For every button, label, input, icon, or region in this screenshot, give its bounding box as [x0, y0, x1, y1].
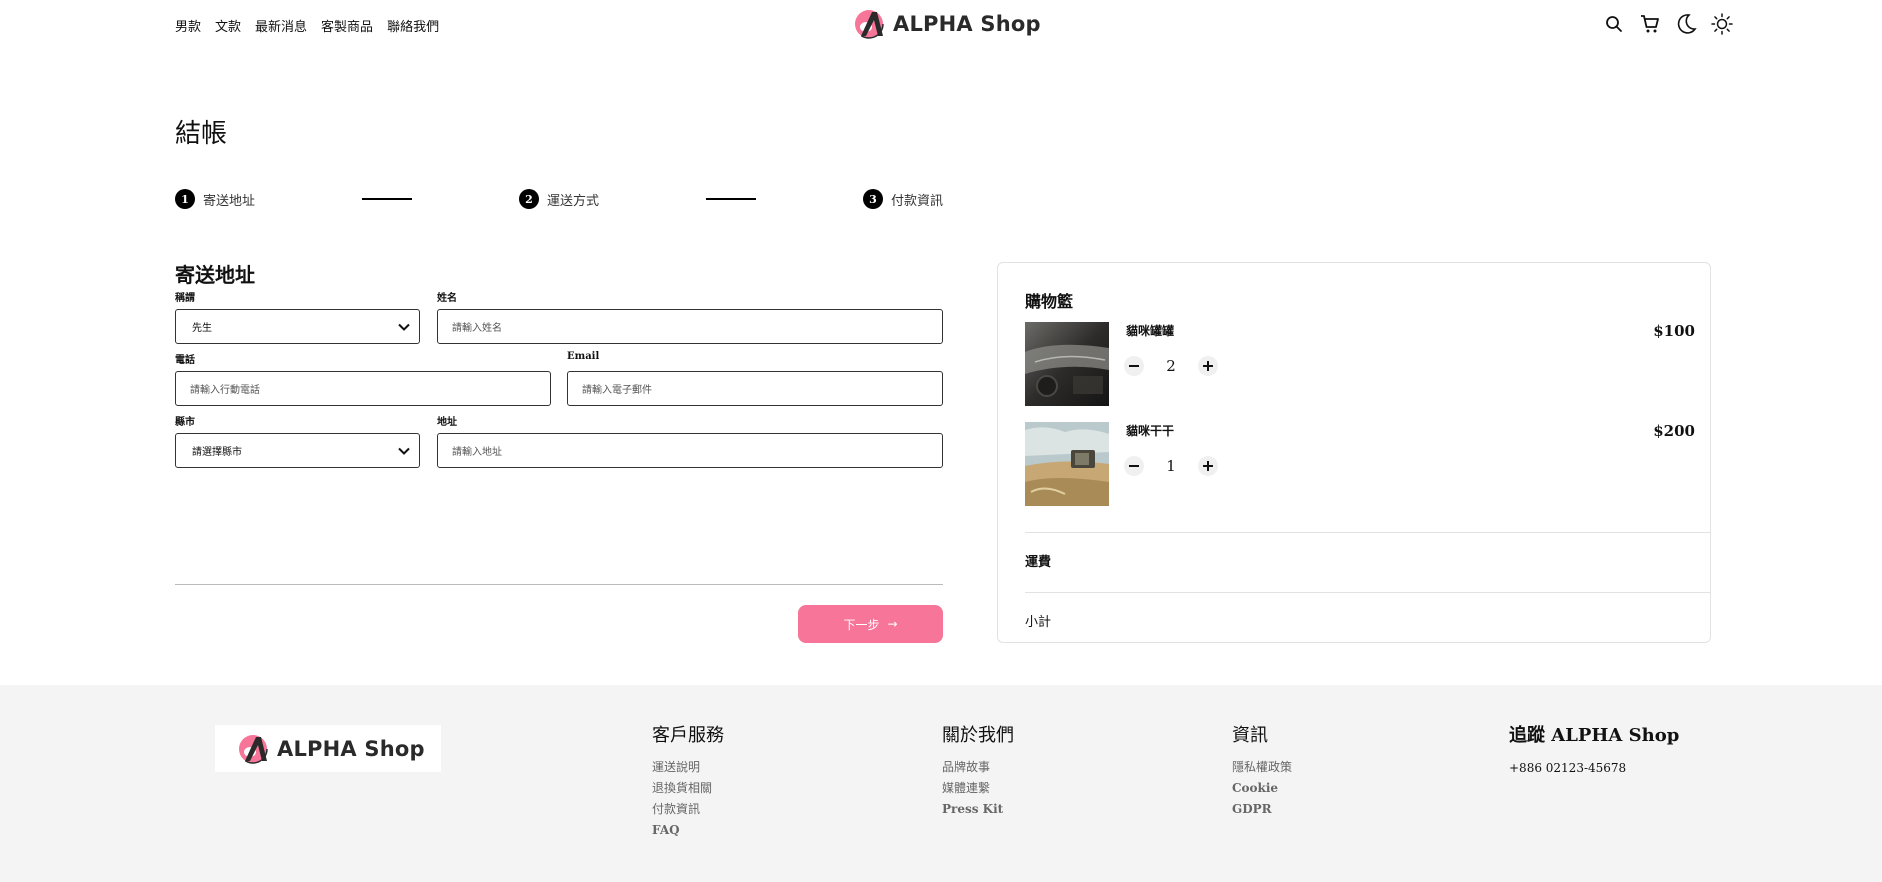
header-actions: [1602, 12, 1734, 36]
cart-icon[interactable]: [1638, 12, 1662, 36]
search-icon[interactable]: [1602, 12, 1626, 36]
plus-icon[interactable]: [1198, 356, 1218, 376]
subtotal-label: 小計: [1025, 615, 1052, 630]
nav-item-news[interactable]: 最新消息: [255, 16, 307, 35]
footer-logo[interactable]: ALPHA Shop: [215, 725, 441, 772]
step-number: 2: [519, 189, 539, 209]
footer-phone: +886 02123-45678: [1509, 761, 1627, 775]
chevron-down-icon: [398, 323, 410, 331]
email-placeholder: 請輸入電子郵件: [582, 385, 652, 396]
item-name: 貓咪罐罐: [1126, 324, 1175, 338]
address-input[interactable]: 請輸入地址: [437, 433, 943, 468]
cart-item: 貓咪罐罐 2 $100: [1025, 322, 1695, 406]
form-title: 寄送地址: [175, 263, 255, 287]
footer-col-title: 資訊: [1232, 725, 1268, 746]
logo-mark-icon: [238, 733, 268, 764]
footer-link[interactable]: 隱私權政策: [1232, 757, 1292, 778]
nav-item-contact[interactable]: 聯絡我們: [387, 16, 439, 35]
footer-link[interactable]: Press Kit: [942, 799, 1014, 820]
address-label: 地址: [437, 417, 457, 428]
footer-col-follow: 追蹤 ALPHA Shop +886 02123-45678: [1509, 721, 1679, 776]
footer-link[interactable]: 品牌故事: [942, 757, 1014, 778]
product-image[interactable]: [1025, 322, 1109, 406]
footer-link[interactable]: Cookie: [1232, 778, 1292, 799]
brand-name: ALPHA Shop: [893, 12, 1041, 36]
cart-item: 貓咪干干 1 $200: [1025, 422, 1695, 506]
nav-item-men[interactable]: 男款: [175, 16, 201, 35]
step-connector: [706, 198, 756, 200]
plus-icon[interactable]: [1198, 456, 1218, 476]
chevron-down-icon: [398, 447, 410, 455]
footer-link[interactable]: GDPR: [1232, 799, 1292, 820]
arrow-right-icon: →: [887, 617, 898, 631]
name-placeholder: 請輸入姓名: [452, 323, 502, 334]
product-image[interactable]: [1025, 422, 1109, 506]
salutation-select[interactable]: 先生: [175, 309, 420, 344]
city-value: 請選擇縣市: [192, 447, 242, 458]
step-label: 寄送地址: [203, 193, 256, 209]
city-label: 縣市: [175, 417, 195, 428]
salutation-label: 稱謂: [175, 293, 195, 304]
step-label: 運送方式: [547, 193, 600, 209]
cart-panel: 購物籃 貓咪罐罐 2 $100 貓咪干干 1 $200 運費 小計: [997, 262, 1711, 643]
footer-col-title: 追蹤 ALPHA Shop: [1509, 725, 1680, 746]
step-number: 1: [175, 189, 195, 209]
footer-link[interactable]: 退換貨相關: [652, 778, 724, 799]
page-title: 結帳: [175, 119, 228, 149]
shipping-row: 運費: [1025, 532, 1711, 592]
cart-title: 購物籃: [1025, 292, 1074, 311]
footer-col-about: 關於我們 品牌故事 媒體連繫 Press Kit: [942, 721, 1014, 820]
site-header: 男款 文款 最新消息 客製商品 聯絡我們 ALPHA Shop: [0, 0, 1882, 48]
shipping-label: 運費: [1025, 555, 1052, 570]
next-step-button[interactable]: 下一步 →: [798, 605, 943, 643]
phone-input[interactable]: 請輸入行動電話: [175, 371, 551, 406]
main-nav: 男款 文款 最新消息 客製商品 聯絡我們: [175, 16, 439, 35]
item-quantity: 2: [1166, 357, 1176, 375]
footer-col-title: 關於我們: [942, 725, 1014, 746]
email-input[interactable]: 請輸入電子郵件: [567, 371, 943, 406]
step-number: 3: [863, 189, 883, 209]
minus-icon[interactable]: [1124, 456, 1144, 476]
name-label: 姓名: [437, 293, 457, 304]
footer-link[interactable]: FAQ: [652, 820, 724, 841]
address-placeholder: 請輸入地址: [452, 447, 502, 458]
logo-mark-icon: [854, 9, 884, 39]
salutation-value: 先生: [192, 323, 212, 334]
item-name: 貓咪干干: [1126, 424, 1175, 438]
form-divider: [175, 584, 943, 585]
quantity-stepper: 2: [1124, 356, 1218, 376]
item-price: $100: [1653, 322, 1695, 340]
brand-logo[interactable]: ALPHA Shop: [853, 8, 1041, 40]
city-select[interactable]: 請選擇縣市: [175, 433, 420, 468]
nav-item-custom[interactable]: 客製商品: [321, 16, 373, 35]
nav-item-women[interactable]: 文款: [215, 16, 241, 35]
footer-col-title: 客戶服務: [652, 725, 724, 746]
step-address: 1 寄送地址: [175, 189, 255, 209]
next-button-label: 下一步: [843, 617, 880, 632]
moon-icon[interactable]: [1674, 12, 1698, 36]
footer-link[interactable]: 付款資訊: [652, 799, 724, 820]
footer-brand-name: ALPHA Shop: [277, 736, 425, 761]
site-footer: ALPHA Shop 客戶服務 運送說明 退換貨相關 付款資訊 FAQ 關於我們…: [0, 685, 1882, 882]
checkout-stepper: 1 寄送地址 2 運送方式 3 付款資訊: [175, 189, 945, 209]
name-input[interactable]: 請輸入姓名: [437, 309, 943, 344]
step-payment: 3 付款資訊: [863, 189, 943, 209]
email-label: Email: [567, 351, 600, 362]
minus-icon[interactable]: [1124, 356, 1144, 376]
footer-link[interactable]: 運送說明: [652, 757, 724, 778]
quantity-stepper: 1: [1124, 456, 1218, 476]
item-price: $200: [1653, 422, 1695, 440]
step-label: 付款資訊: [891, 193, 944, 209]
footer-col-service: 客戶服務 運送說明 退換貨相關 付款資訊 FAQ: [652, 721, 724, 841]
subtotal-row: 小計: [1025, 592, 1711, 652]
footer-link[interactable]: 媒體連繫: [942, 778, 1014, 799]
item-quantity: 1: [1166, 457, 1176, 475]
step-connector: [362, 198, 412, 200]
footer-col-info: 資訊 隱私權政策 Cookie GDPR: [1232, 721, 1292, 820]
step-shipping: 2 運送方式: [519, 189, 599, 209]
sun-icon[interactable]: [1710, 12, 1734, 36]
phone-label: 電話: [175, 355, 195, 366]
phone-placeholder: 請輸入行動電話: [190, 385, 260, 396]
